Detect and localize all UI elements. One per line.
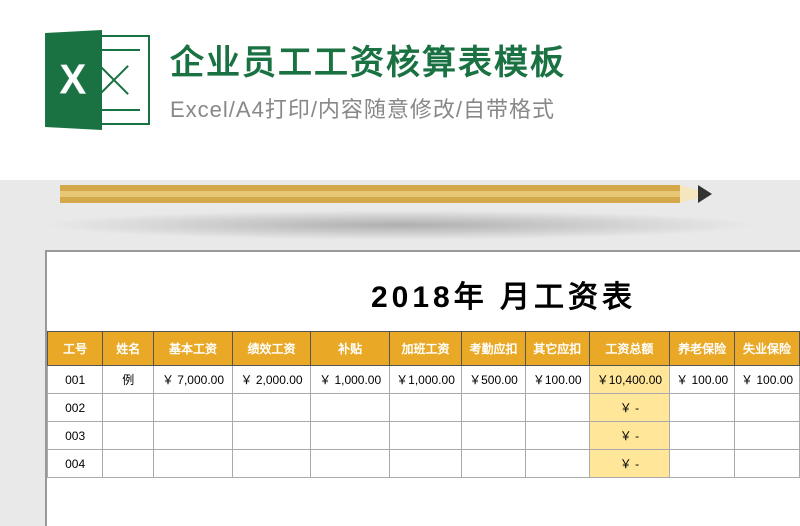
cell-att[interactable]: ￥500.00 bbox=[462, 366, 526, 394]
cell-perf[interactable] bbox=[232, 394, 311, 422]
col-header-unemp: 失业保险 bbox=[735, 332, 800, 366]
cell-total[interactable]: ￥10,400.00 bbox=[589, 366, 670, 394]
table-body: 001 例 ￥ 7,000.00 ￥ 2,000.00 ￥ 1,000.00 ￥… bbox=[48, 366, 800, 478]
col-header-other: 其它应扣 bbox=[525, 332, 589, 366]
col-header-id: 工号 bbox=[48, 332, 103, 366]
spreadsheet-title: 2018年 月工资表 bbox=[47, 252, 800, 331]
cell-total[interactable]: ￥ - bbox=[589, 450, 670, 478]
cell-unemp[interactable] bbox=[735, 422, 800, 450]
cell-ot[interactable] bbox=[389, 422, 461, 450]
table-row[interactable]: 004 ￥ - bbox=[48, 450, 800, 478]
excel-icon-badge: X bbox=[45, 30, 102, 130]
cell-total[interactable]: ￥ - bbox=[589, 422, 670, 450]
col-header-att: 考勤应扣 bbox=[462, 332, 526, 366]
cell-base[interactable]: ￥ 7,000.00 bbox=[154, 366, 233, 394]
cell-base[interactable] bbox=[154, 450, 233, 478]
table-header-row: 工号 姓名 基本工资 绩效工资 补贴 加班工资 考勤应扣 其它应扣 工资总额 养… bbox=[48, 332, 800, 366]
cell-sub[interactable] bbox=[311, 394, 390, 422]
table-row[interactable]: 003 ￥ - bbox=[48, 422, 800, 450]
cell-id[interactable]: 002 bbox=[48, 394, 103, 422]
cell-id[interactable]: 004 bbox=[48, 450, 103, 478]
cell-id[interactable]: 003 bbox=[48, 422, 103, 450]
cell-sub[interactable] bbox=[311, 450, 390, 478]
shadow-divider bbox=[40, 210, 760, 240]
cell-sub[interactable]: ￥ 1,000.00 bbox=[311, 366, 390, 394]
cell-other[interactable] bbox=[525, 394, 589, 422]
cell-att[interactable] bbox=[462, 394, 526, 422]
cell-unemp[interactable] bbox=[735, 394, 800, 422]
salary-table: 工号 姓名 基本工资 绩效工资 补贴 加班工资 考勤应扣 其它应扣 工资总额 养… bbox=[47, 331, 800, 478]
cell-name[interactable] bbox=[103, 422, 154, 450]
cell-other[interactable] bbox=[525, 450, 589, 478]
cell-pension[interactable] bbox=[670, 450, 735, 478]
col-header-name: 姓名 bbox=[103, 332, 154, 366]
cell-other[interactable] bbox=[525, 422, 589, 450]
table-row[interactable]: 001 例 ￥ 7,000.00 ￥ 2,000.00 ￥ 1,000.00 ￥… bbox=[48, 366, 800, 394]
cell-base[interactable] bbox=[154, 422, 233, 450]
col-header-perf: 绩效工资 bbox=[232, 332, 311, 366]
header-section: X 企业员工工资核算表模板 Excel/A4打印/内容随意修改/自带格式 bbox=[0, 0, 800, 180]
cell-id[interactable]: 001 bbox=[48, 366, 103, 394]
col-header-ot: 加班工资 bbox=[389, 332, 461, 366]
cell-att[interactable] bbox=[462, 422, 526, 450]
cell-name[interactable] bbox=[103, 450, 154, 478]
cell-unemp[interactable]: ￥ 100.00 bbox=[735, 366, 800, 394]
cell-name[interactable]: 例 bbox=[103, 366, 154, 394]
table-row[interactable]: 002 ￥ - bbox=[48, 394, 800, 422]
col-header-sub: 补贴 bbox=[311, 332, 390, 366]
page-subtitle: Excel/A4打印/内容随意修改/自带格式 bbox=[170, 92, 566, 124]
pencil-icon bbox=[60, 185, 750, 203]
excel-icon: X bbox=[40, 30, 150, 130]
excel-icon-letter: X bbox=[59, 55, 86, 104]
spreadsheet-area: 2018年 月工资表 工号 姓名 基本工资 绩效工资 补贴 加班工资 考勤应扣 … bbox=[45, 250, 800, 526]
cell-unemp[interactable] bbox=[735, 450, 800, 478]
cell-base[interactable] bbox=[154, 394, 233, 422]
cell-ot[interactable] bbox=[389, 450, 461, 478]
cell-pension[interactable]: ￥ 100.00 bbox=[670, 366, 735, 394]
cell-name[interactable] bbox=[103, 394, 154, 422]
cell-total[interactable]: ￥ - bbox=[589, 394, 670, 422]
cell-other[interactable]: ￥100.00 bbox=[525, 366, 589, 394]
page-title: 企业员工工资核算表模板 bbox=[170, 35, 566, 84]
title-block: 企业员工工资核算表模板 Excel/A4打印/内容随意修改/自带格式 bbox=[170, 30, 566, 124]
cell-ot[interactable] bbox=[389, 394, 461, 422]
cell-perf[interactable] bbox=[232, 422, 311, 450]
cell-pension[interactable] bbox=[670, 422, 735, 450]
col-header-total: 工资总额 bbox=[589, 332, 670, 366]
cell-sub[interactable] bbox=[311, 422, 390, 450]
col-header-pension: 养老保险 bbox=[670, 332, 735, 366]
col-header-base: 基本工资 bbox=[154, 332, 233, 366]
header-inner: X 企业员工工资核算表模板 Excel/A4打印/内容随意修改/自带格式 bbox=[40, 30, 760, 130]
cell-att[interactable] bbox=[462, 450, 526, 478]
cell-pension[interactable] bbox=[670, 394, 735, 422]
cell-ot[interactable]: ￥1,000.00 bbox=[389, 366, 461, 394]
cell-perf[interactable] bbox=[232, 450, 311, 478]
cell-perf[interactable]: ￥ 2,000.00 bbox=[232, 366, 311, 394]
